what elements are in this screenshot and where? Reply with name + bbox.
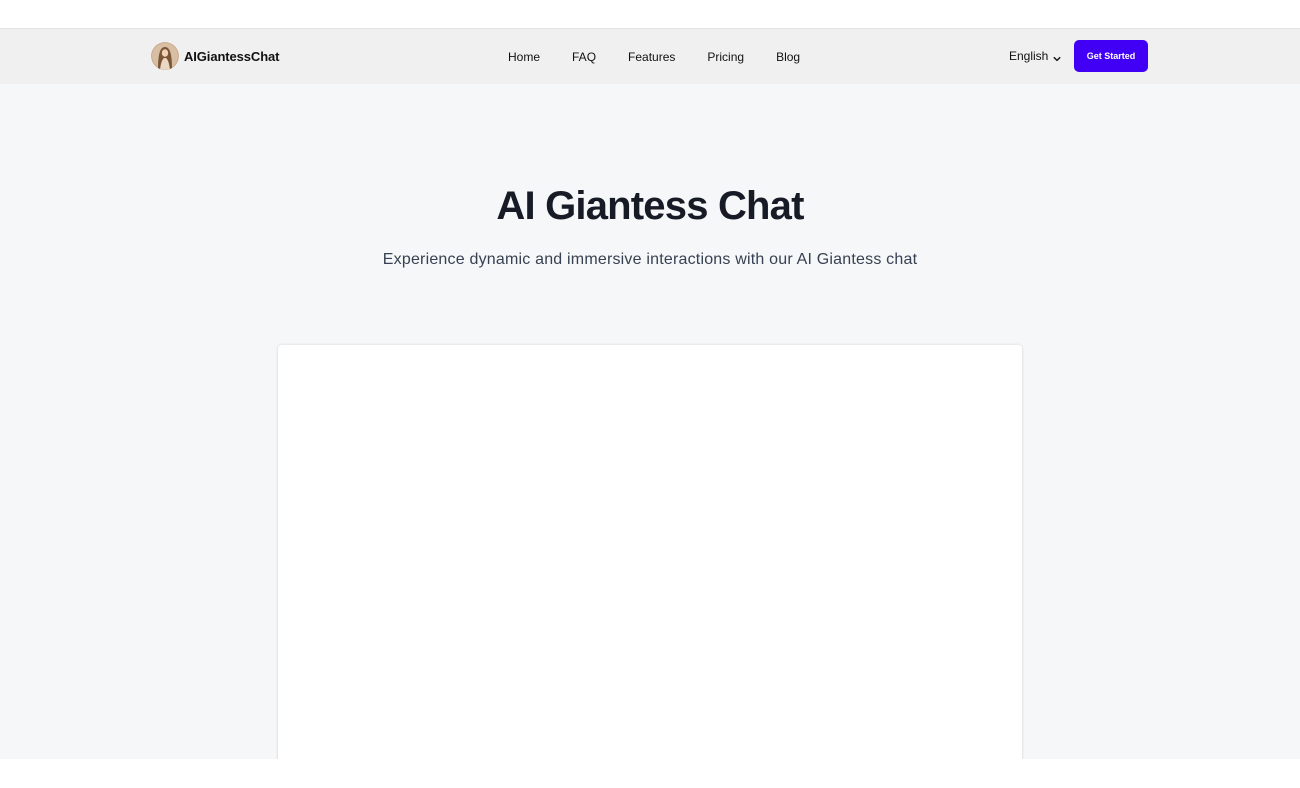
brand-name: AIGiantessChat: [184, 48, 280, 64]
nav-link-pricing[interactable]: Pricing: [707, 50, 744, 64]
get-started-button[interactable]: Get Started: [1074, 40, 1148, 72]
page-title: AI Giantess Chat: [496, 184, 804, 228]
nav-link-features[interactable]: Features: [628, 50, 675, 64]
site-header: AIGiantessChat Home FAQ Features Pricing…: [0, 28, 1300, 84]
browser-viewport: AIGiantessChat Home FAQ Features Pricing…: [0, 0, 1300, 788]
language-select[interactable]: English: [1009, 49, 1061, 63]
top-blank-strip: [0, 0, 1300, 28]
nav-link-home[interactable]: Home: [508, 50, 540, 64]
bottom-blank-strip: [0, 759, 1300, 788]
language-select-value: English: [1009, 49, 1049, 63]
main-content: AI Giantess Chat Experience dynamic and …: [0, 84, 1300, 759]
main-nav: Home FAQ Features Pricing Blog: [508, 29, 832, 85]
nav-link-blog[interactable]: Blog: [776, 50, 800, 64]
chat-panel[interactable]: [278, 345, 1022, 759]
brand-home-link[interactable]: AIGiantessChat: [151, 42, 280, 70]
nav-link-faq[interactable]: FAQ: [572, 50, 596, 64]
chevron-down-icon: [1053, 52, 1061, 62]
brand-logo-icon: [151, 42, 179, 70]
page-subtitle: Experience dynamic and immersive interac…: [382, 251, 918, 268]
